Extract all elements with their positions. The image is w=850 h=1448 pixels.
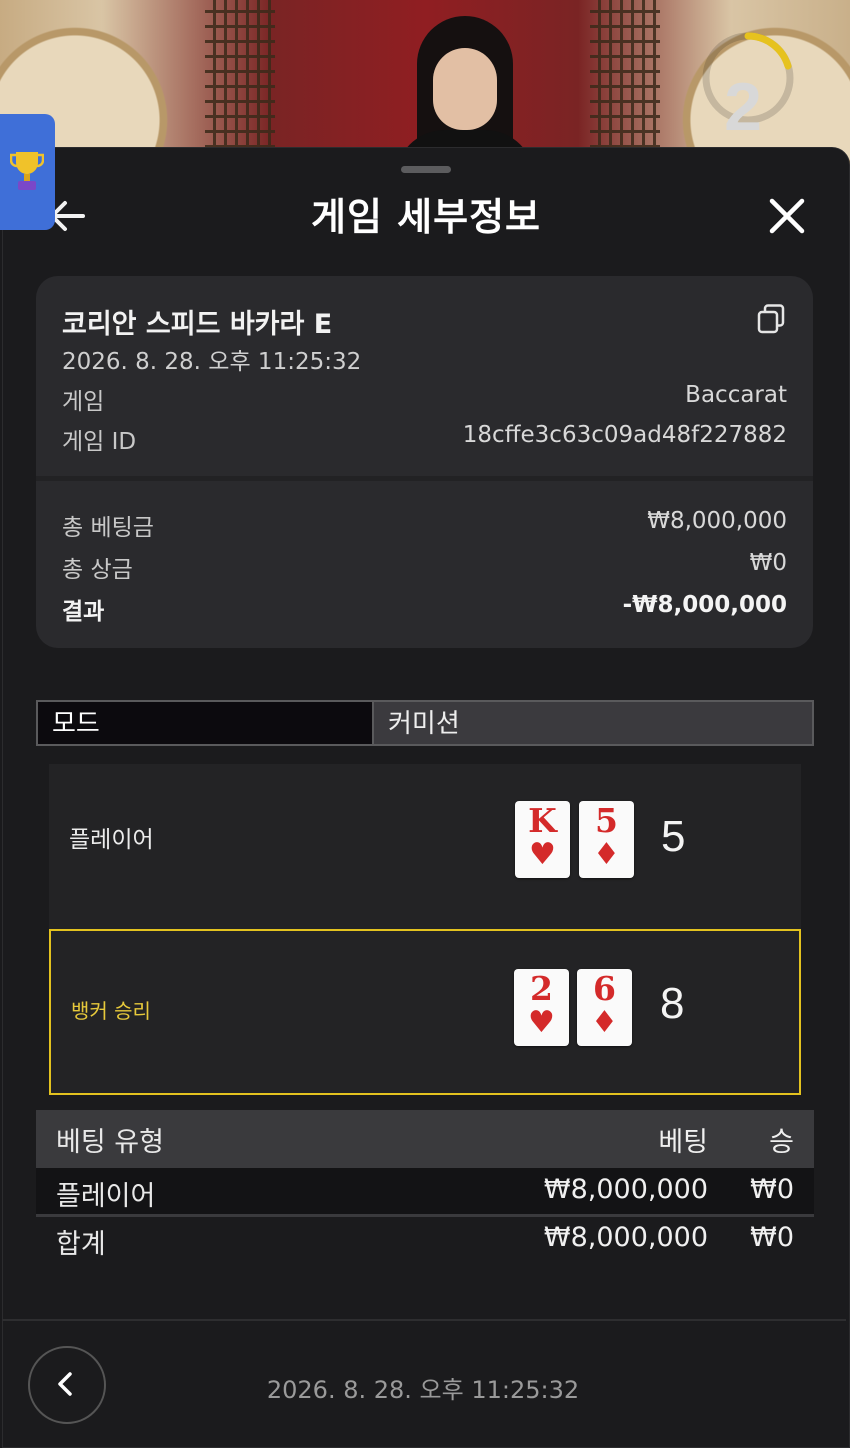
total-win-label: 총 상금 (62, 557, 133, 583)
game-id-label: 게임 ID (62, 429, 137, 455)
row-bet-amount: ₩8,000,000 (543, 1174, 708, 1205)
header-win: 승 (769, 1127, 794, 1158)
tab-commission[interactable]: 커미션 (374, 700, 814, 746)
game-label: 게임 (62, 389, 105, 415)
game-name: 코리안 스피드 바카라 E (62, 309, 333, 340)
tab-mode[interactable]: 모드 (36, 700, 374, 746)
row-win-amount: ₩0 (750, 1174, 794, 1205)
row-bet-type: 플레이어 (56, 1181, 156, 1212)
countdown-number: 2 (724, 69, 762, 145)
game-meta-section: 코리안 스피드 바카라 E 2026. 8. 28. 오후 11:25:32 게… (36, 276, 813, 476)
diamond-suit-icon: ♦ (593, 837, 620, 872)
banker-card-2: 6 ♦ (577, 969, 632, 1046)
page-title: 게임 세부정보 (311, 195, 541, 239)
heart-suit-icon: ♥ (529, 837, 556, 872)
player-card-1: K ♥ (515, 801, 570, 878)
trophy-icon (10, 152, 44, 190)
result-value: -₩8,000,000 (622, 592, 787, 618)
player-card-2: 5 ♦ (579, 801, 634, 878)
player-label: 플레이어 (69, 827, 154, 853)
total-bet-label: 총 베팅금 (62, 515, 154, 541)
result-label: 결과 (62, 599, 105, 625)
banker-win-label: 뱅커 승리 (71, 999, 151, 1023)
total-label: 합계 (56, 1229, 106, 1260)
trophy-tab[interactable] (0, 114, 55, 230)
bet-table-header: 베팅 유형 베팅 승 (36, 1110, 814, 1168)
close-icon[interactable] (767, 196, 807, 236)
player-hand: 플레이어 K ♥ 5 ♦ 5 (49, 764, 801, 930)
bet-mode-tabs: 모드 커미션 (36, 700, 814, 748)
total-bet-value: ₩8,000,000 (647, 508, 787, 534)
game-id-value: 18cffe3c63c09ad48f227882 (462, 422, 787, 448)
banker-card-1: 2 ♥ (514, 969, 569, 1046)
table-total-row: 합계 ₩8,000,000 ₩0 (36, 1216, 814, 1262)
game-datetime: 2026. 8. 28. 오후 11:25:32 (62, 349, 362, 375)
banker-score: 8 (660, 979, 685, 1028)
total-bet-amount: ₩8,000,000 (543, 1222, 708, 1253)
player-score: 5 (661, 812, 686, 861)
game-info-card: 코리안 스피드 바카라 E 2026. 8. 28. 오후 11:25:32 게… (36, 276, 813, 648)
banker-hand: 뱅커 승리 2 ♥ 6 ♦ 8 (49, 929, 801, 1095)
drag-handle[interactable] (401, 166, 451, 173)
diamond-suit-icon: ♦ (591, 1005, 618, 1040)
copy-icon[interactable] (757, 304, 785, 334)
heart-suit-icon: ♥ (528, 1005, 555, 1040)
total-win-value: ₩0 (749, 550, 787, 576)
card-divider (36, 476, 813, 481)
footer-divider (2, 1319, 846, 1321)
total-win-amount: ₩0 (750, 1222, 794, 1253)
table-row: 플레이어 ₩8,000,000 ₩0 (36, 1168, 814, 1217)
footer-datetime: 2026. 8. 28. 오후 11:25:32 (266, 1376, 580, 1404)
header-bet: 베팅 (658, 1127, 708, 1158)
header-bet-type: 베팅 유형 (56, 1127, 164, 1158)
game-value: Baccarat (685, 382, 787, 408)
